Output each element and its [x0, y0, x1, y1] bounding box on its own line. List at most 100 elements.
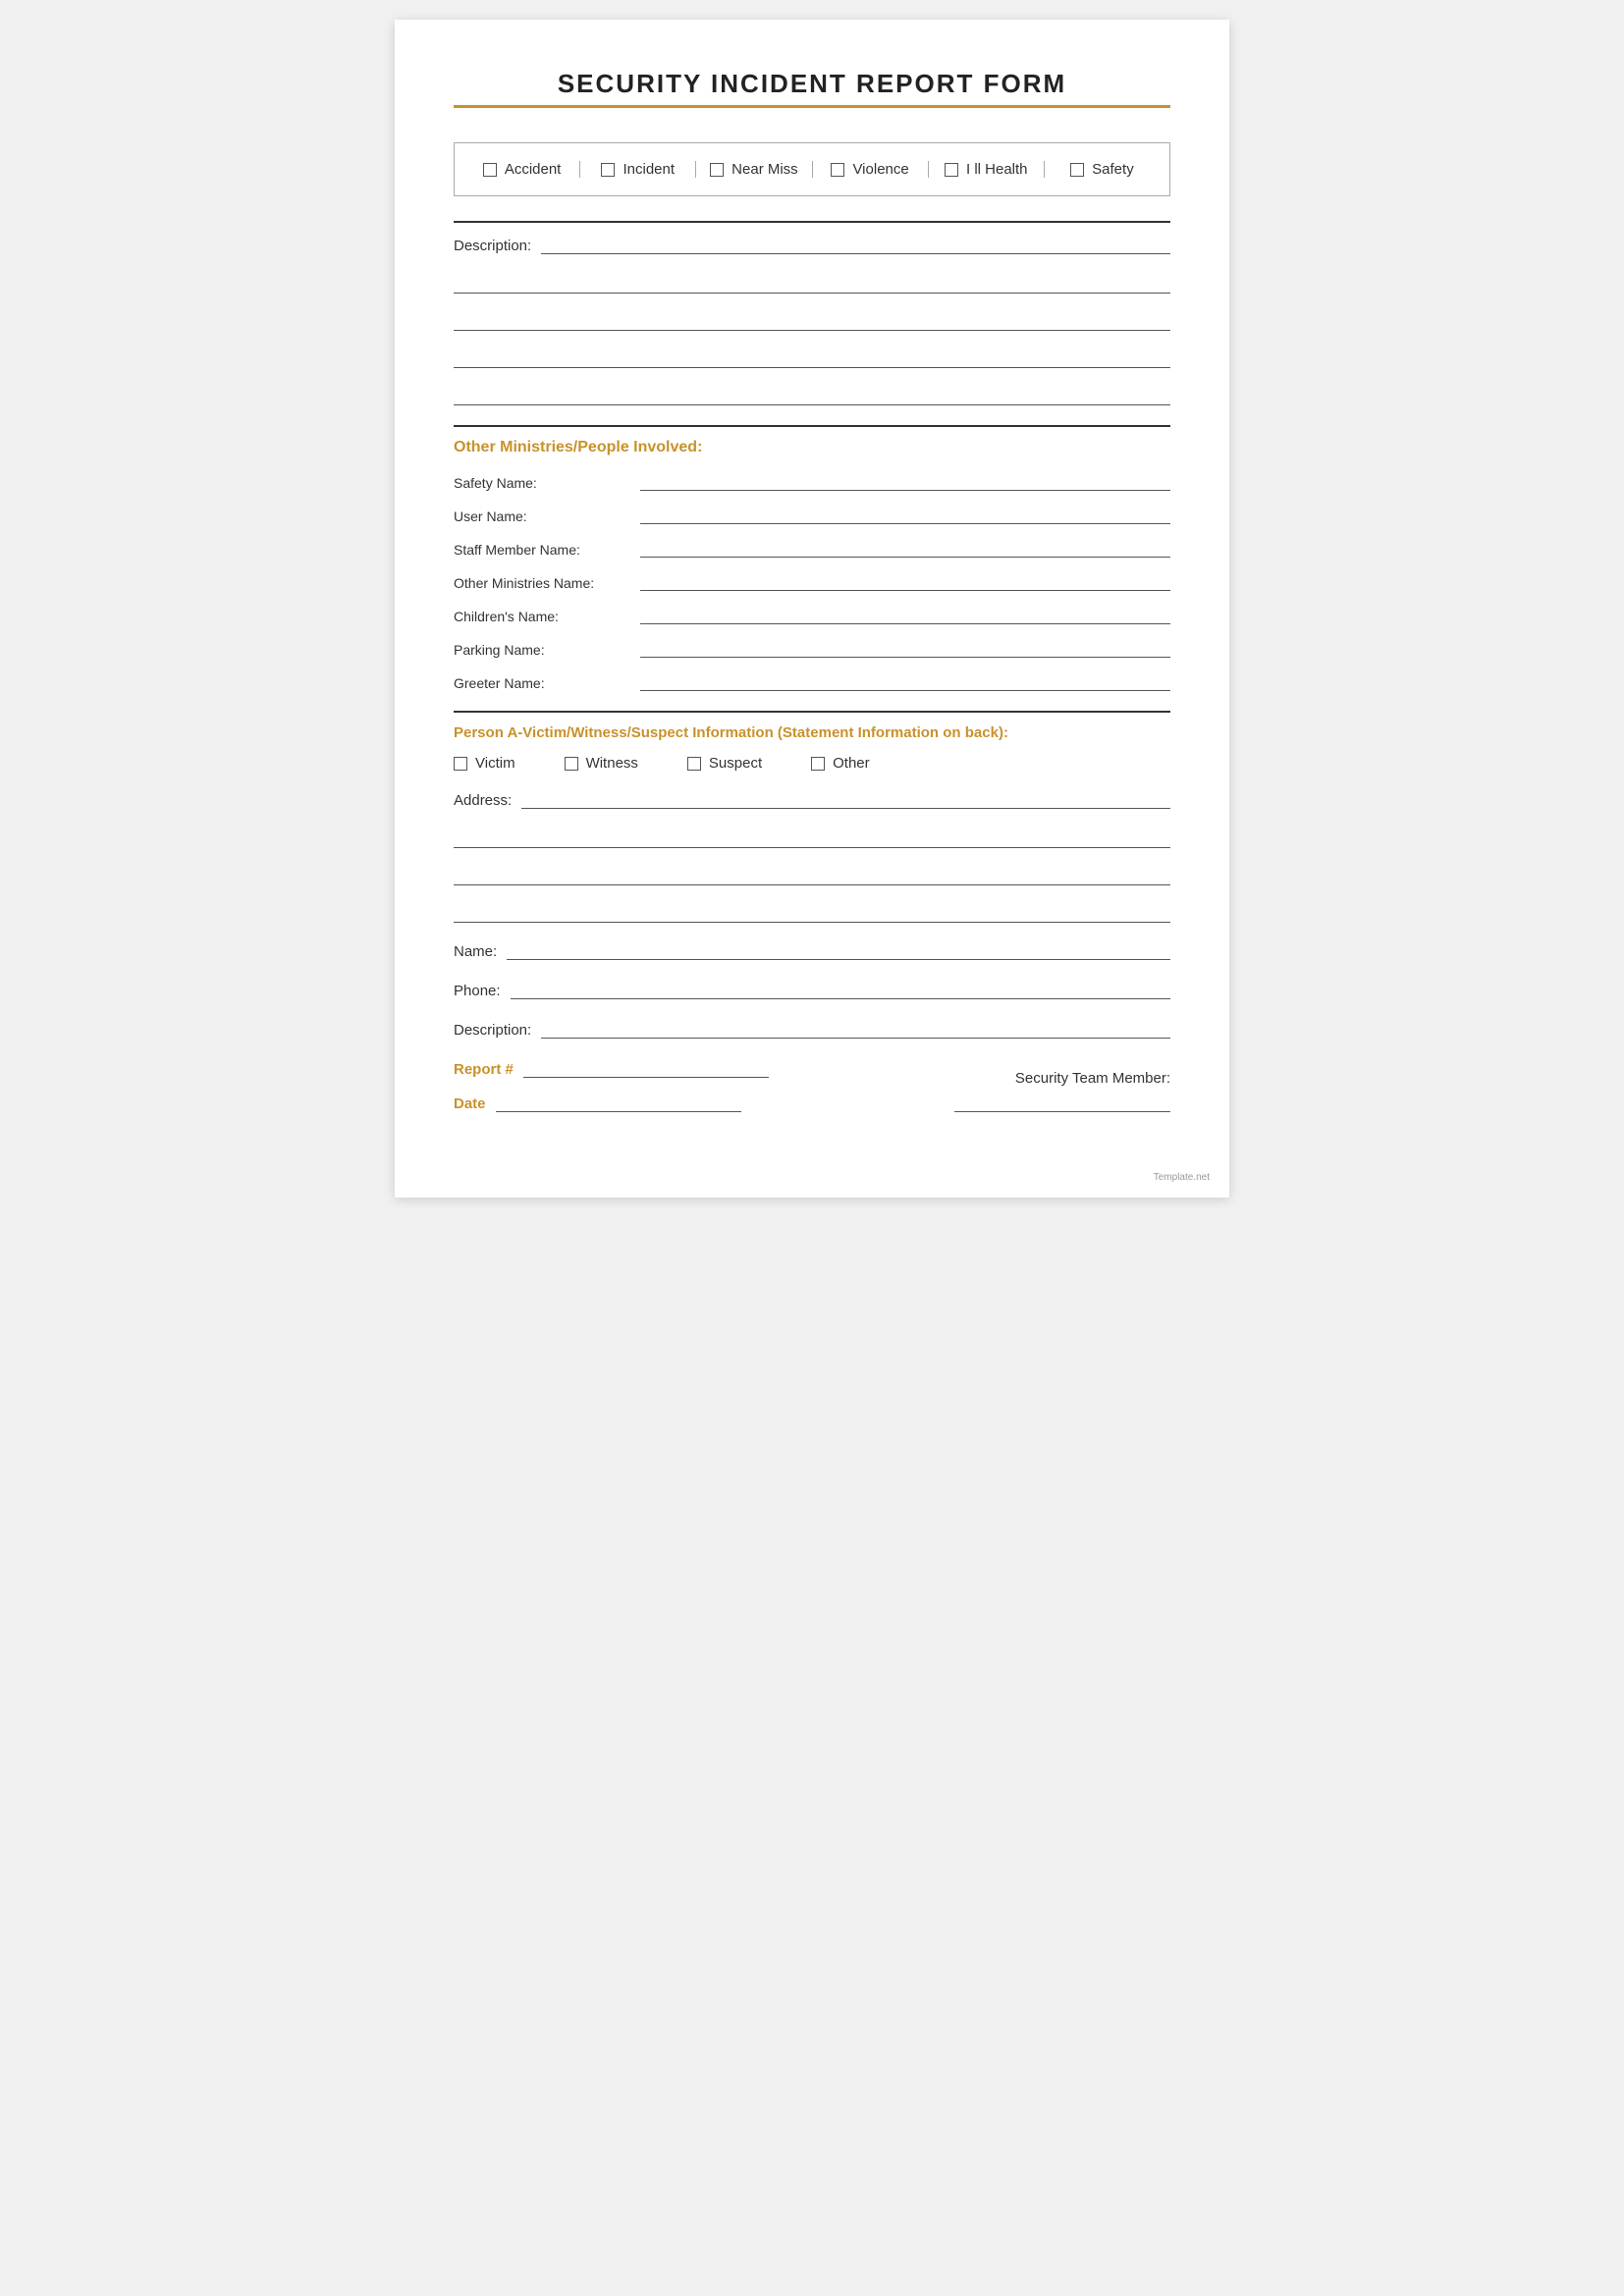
- report-number-row: Report #: [454, 1058, 812, 1078]
- incident-type-violence[interactable]: Violence: [813, 161, 929, 178]
- description-line-3[interactable]: [454, 311, 1170, 331]
- incident-type-safety[interactable]: Safety: [1045, 161, 1160, 178]
- label-other: Other: [833, 755, 870, 772]
- person-type-witness[interactable]: Witness: [565, 755, 638, 772]
- checkbox-safety[interactable]: [1070, 163, 1084, 177]
- greeter-name-row: Greeter Name:: [454, 671, 1170, 691]
- person-type-victim[interactable]: Victim: [454, 755, 515, 772]
- address-line-3[interactable]: [454, 866, 1170, 885]
- parking-name-input[interactable]: [640, 638, 1170, 658]
- date-row: Date: [454, 1088, 812, 1112]
- incident-type-near-miss[interactable]: Near Miss: [696, 161, 812, 178]
- address-line-4[interactable]: [454, 903, 1170, 923]
- staff-name-row: Staff Member Name:: [454, 538, 1170, 558]
- checkbox-accident[interactable]: [483, 163, 497, 177]
- divider-1: [454, 221, 1170, 223]
- date-line[interactable]: [496, 1093, 741, 1112]
- safety-name-label: Safety Name:: [454, 475, 630, 491]
- other-ministries-name-label: Other Ministries Name:: [454, 575, 630, 591]
- person-a-heading: Person A-Victim/Witness/Suspect Informat…: [454, 724, 1170, 741]
- other-ministries-heading: Other Ministries/People Involved:: [454, 439, 1170, 456]
- people-section: Other Ministries/People Involved: Safety…: [454, 439, 1170, 691]
- title-section: SECURITY INCIDENT REPORT FORM: [454, 69, 1170, 108]
- description-line-1[interactable]: [541, 235, 1170, 254]
- date-label: Date: [454, 1095, 486, 1112]
- incident-types-container: Accident Incident Near Miss Violence I l…: [454, 142, 1170, 196]
- bottom-fields: Name: Phone: Description:: [454, 940, 1170, 1039]
- title-underline: [454, 105, 1170, 108]
- children-name-row: Children's Name:: [454, 605, 1170, 624]
- checkbox-victim[interactable]: [454, 757, 467, 771]
- greeter-name-label: Greeter Name:: [454, 675, 630, 691]
- name-row: Name:: [454, 940, 1170, 960]
- description-line-4[interactable]: [454, 348, 1170, 368]
- divider-2: [454, 425, 1170, 427]
- checkbox-near-miss[interactable]: [710, 163, 724, 177]
- divider-3: [454, 711, 1170, 713]
- children-name-label: Children's Name:: [454, 609, 630, 624]
- incident-type-accident[interactable]: Accident: [464, 161, 580, 178]
- phone-row: Phone:: [454, 980, 1170, 999]
- label-near-miss: Near Miss: [731, 161, 798, 178]
- person-description-row: Description:: [454, 1019, 1170, 1039]
- checkbox-ill-health[interactable]: [945, 163, 958, 177]
- checkbox-other[interactable]: [811, 757, 825, 771]
- checkbox-violence[interactable]: [831, 163, 844, 177]
- label-ill-health: I ll Health: [966, 161, 1028, 178]
- person-type-other[interactable]: Other: [811, 755, 870, 772]
- incident-type-incident[interactable]: Incident: [580, 161, 696, 178]
- label-victim: Victim: [475, 755, 515, 772]
- safety-name-input[interactable]: [640, 471, 1170, 491]
- staff-name-input[interactable]: [640, 538, 1170, 558]
- label-witness: Witness: [586, 755, 638, 772]
- address-label: Address:: [454, 792, 512, 809]
- person-type-suspect[interactable]: Suspect: [687, 755, 762, 772]
- person-description-input[interactable]: [541, 1019, 1170, 1039]
- report-label: Report #: [454, 1061, 514, 1078]
- person-type-row: Victim Witness Suspect Other: [454, 755, 1170, 772]
- description-section: Description:: [454, 235, 1170, 405]
- checkbox-suspect[interactable]: [687, 757, 701, 771]
- footer-right: Security Team Member:: [812, 1070, 1170, 1112]
- parking-name-label: Parking Name:: [454, 642, 630, 658]
- label-safety: Safety: [1092, 161, 1134, 178]
- report-line[interactable]: [523, 1058, 769, 1078]
- other-ministries-name-row: Other Ministries Name:: [454, 571, 1170, 591]
- form-page: SECURITY INCIDENT REPORT FORM Accident I…: [395, 20, 1229, 1198]
- person-a-section: Person A-Victim/Witness/Suspect Informat…: [454, 724, 1170, 1112]
- user-name-row: User Name:: [454, 505, 1170, 524]
- watermark: Template.net: [1154, 1172, 1210, 1183]
- other-ministries-name-input[interactable]: [640, 571, 1170, 591]
- label-incident: Incident: [623, 161, 675, 178]
- incident-type-ill-health[interactable]: I ll Health: [929, 161, 1045, 178]
- address-section: Address:: [454, 789, 1170, 923]
- user-name-input[interactable]: [640, 505, 1170, 524]
- name-input[interactable]: [507, 940, 1170, 960]
- parking-name-row: Parking Name:: [454, 638, 1170, 658]
- phone-label: Phone:: [454, 983, 501, 999]
- label-violence: Violence: [852, 161, 908, 178]
- safety-name-row: Safety Name:: [454, 471, 1170, 491]
- label-accident: Accident: [505, 161, 562, 178]
- user-name-label: User Name:: [454, 508, 630, 524]
- person-description-label: Description:: [454, 1022, 531, 1039]
- address-row: Address:: [454, 789, 1170, 809]
- address-line-2[interactable]: [454, 828, 1170, 848]
- address-line-1[interactable]: [521, 789, 1170, 809]
- description-line-5[interactable]: [454, 386, 1170, 405]
- greeter-name-input[interactable]: [640, 671, 1170, 691]
- description-label: Description:: [454, 238, 531, 254]
- checkbox-witness[interactable]: [565, 757, 578, 771]
- staff-name-label: Staff Member Name:: [454, 542, 630, 558]
- security-team-label: Security Team Member:: [1015, 1070, 1170, 1087]
- footer-left: Report # Date: [454, 1058, 812, 1112]
- checkbox-incident[interactable]: [601, 163, 615, 177]
- page-title: SECURITY INCIDENT REPORT FORM: [454, 69, 1170, 99]
- label-suspect: Suspect: [709, 755, 762, 772]
- footer-row: Report # Date Security Team Member:: [454, 1058, 1170, 1112]
- security-line[interactable]: [954, 1093, 1170, 1112]
- phone-input[interactable]: [511, 980, 1170, 999]
- description-line-2[interactable]: [454, 274, 1170, 294]
- children-name-input[interactable]: [640, 605, 1170, 624]
- name-label: Name:: [454, 943, 497, 960]
